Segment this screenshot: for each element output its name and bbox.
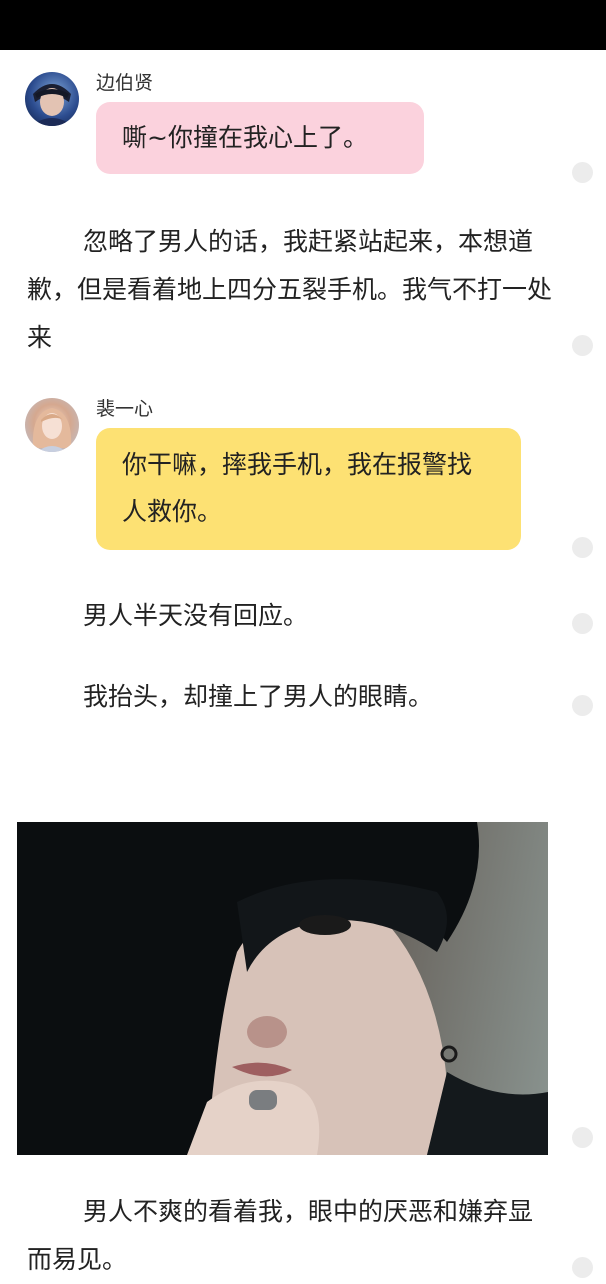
story-paragraph: 忽略了男人的话，我赶紧站起来，本想道歉，但是看着地上四分五裂手机。我气不打一处来	[27, 227, 553, 352]
chat-bubble: 你干嘛，摔我手机，我在报警找人救你。	[96, 428, 521, 550]
man-portrait-photo[interactable]	[17, 822, 548, 1155]
boy-avatar-icon	[31, 84, 73, 126]
girl-avatar-icon	[32, 408, 72, 452]
story-paragraph: 男人半天没有回应。	[83, 601, 309, 630]
speaker-name: 裴一心	[96, 398, 154, 420]
comment-dot[interactable]	[572, 162, 593, 183]
comment-dot[interactable]	[572, 613, 593, 634]
portrait-illustration	[17, 822, 548, 1155]
chat-bubble: 嘶~你撞在我心上了。	[96, 102, 424, 174]
speaker-avatar-boy[interactable]	[25, 72, 79, 126]
comment-dot[interactable]	[572, 695, 593, 716]
story-paragraph: 男人不爽的看着我，眼中的厌恶和嫌弃显而易见。	[27, 1197, 534, 1274]
comment-dot[interactable]	[572, 335, 593, 356]
speaker-avatar-girl[interactable]	[25, 398, 79, 452]
comment-dot[interactable]	[572, 1127, 593, 1148]
story-paragraph: 我抬头，却撞上了男人的眼睛。	[83, 682, 434, 711]
status-bar	[0, 0, 606, 50]
comment-dot[interactable]	[572, 537, 593, 558]
comment-dot[interactable]	[572, 1257, 593, 1278]
speaker-name: 边伯贤	[96, 72, 154, 94]
